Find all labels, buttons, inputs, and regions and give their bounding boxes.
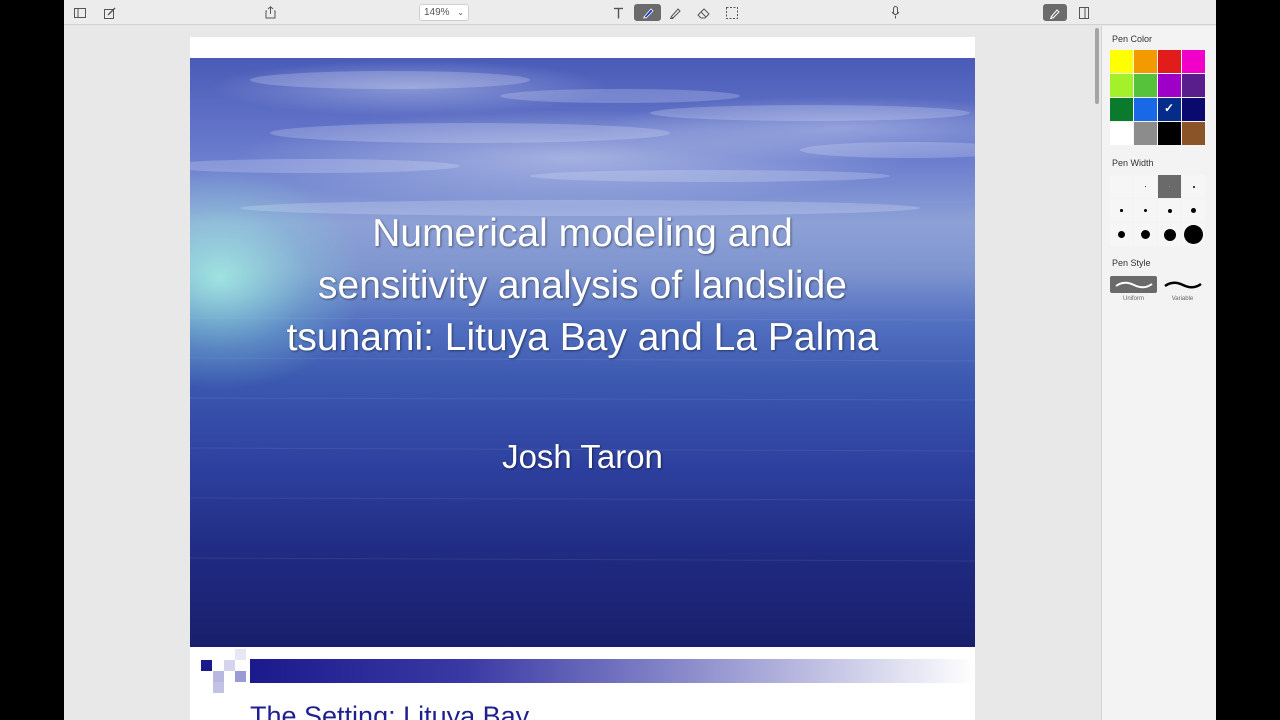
next-slide-title: The Setting: Lituya Bay: [250, 701, 530, 720]
pen-style-uniform-caption: Uniform: [1122, 296, 1144, 302]
variable-stroke-icon: [1163, 281, 1202, 288]
letterbox-right: [1216, 0, 1280, 720]
color-swatch[interactable]: [1158, 122, 1181, 145]
letterbox-left: [0, 0, 64, 720]
width-dot: [1168, 185, 1171, 188]
document-area[interactable]: Numerical modeling and sensitivity analy…: [64, 26, 1100, 720]
document-page[interactable]: Numerical modeling and sensitivity analy…: [190, 37, 975, 720]
deco-square: [201, 660, 212, 671]
chevron-down-icon: ⌄: [457, 8, 464, 17]
zoom-select[interactable]: 149% ⌄: [419, 4, 469, 21]
markup-button[interactable]: [1043, 4, 1067, 21]
deco-square: [224, 660, 235, 671]
width-dot: [1145, 186, 1146, 187]
compose-button[interactable]: [99, 4, 121, 21]
color-swatch[interactable]: [1158, 74, 1181, 97]
width-dot: [1191, 208, 1196, 213]
pen-width-option[interactable]: [1134, 223, 1157, 246]
pen-tool-button[interactable]: [634, 4, 661, 21]
width-dot: [1163, 228, 1176, 241]
color-swatch[interactable]: [1134, 50, 1157, 73]
slide-title: Numerical modeling and sensitivity analy…: [190, 208, 975, 364]
color-swatch[interactable]: [1110, 98, 1133, 121]
deco-square: [235, 671, 246, 682]
vertical-scrollbar[interactable]: [1095, 28, 1099, 104]
width-dot: [1118, 231, 1125, 238]
width-dot: [1120, 209, 1123, 212]
pen-width-option[interactable]: [1110, 223, 1133, 246]
eraser-icon: [696, 7, 710, 18]
app-window: 149% ⌄ Numerical modeling and sensitivit…: [64, 0, 1216, 720]
pen-width-option[interactable]: [1182, 199, 1205, 222]
color-swatch[interactable]: [1182, 122, 1205, 145]
markup-icon: [1050, 8, 1060, 19]
title-slide[interactable]: Numerical modeling and sensitivity analy…: [190, 58, 975, 647]
color-swatch[interactable]: [1182, 98, 1205, 121]
color-swatch[interactable]: [1182, 50, 1205, 73]
color-swatch[interactable]: [1158, 50, 1181, 73]
inspector-toggle-button[interactable]: [1073, 4, 1095, 21]
deco-square: [213, 671, 224, 682]
compose-icon: [104, 7, 116, 19]
pen-style-variable-caption: Variable: [1171, 296, 1194, 302]
text-tool-button[interactable]: [607, 4, 629, 21]
next-slide-preview[interactable]: The Setting: Lituya Bay: [190, 649, 975, 720]
zoom-value: 149%: [424, 7, 450, 18]
microphone-icon: [891, 6, 899, 19]
width-dot: [1141, 230, 1150, 239]
text-tool-icon: [613, 7, 623, 18]
pen-width-option[interactable]: [1110, 199, 1133, 222]
highlighter-icon: [669, 8, 681, 19]
sidebar-toggle-button[interactable]: [69, 4, 91, 21]
share-icon: [265, 6, 275, 19]
pen-tool-icon: [642, 7, 654, 18]
uniform-stroke-icon: [1114, 281, 1153, 288]
highlighter-button[interactable]: [664, 4, 686, 21]
eraser-button[interactable]: [692, 4, 714, 21]
color-swatch[interactable]: [1134, 122, 1157, 145]
color-swatch[interactable]: [1182, 74, 1205, 97]
pen-width-option[interactable]: [1182, 223, 1205, 246]
selection-icon: [726, 6, 738, 19]
pen-width-option[interactable]: [1158, 199, 1181, 222]
color-swatch[interactable]: [1134, 98, 1157, 121]
width-dot: [1167, 208, 1172, 213]
share-button[interactable]: [259, 4, 281, 21]
pen-width-option[interactable]: [1158, 223, 1181, 246]
pen-width-option[interactable]: [1110, 175, 1133, 198]
pen-color-label: Pen Color: [1112, 34, 1153, 44]
deco-gradient-bar: [250, 659, 975, 683]
microphone-button[interactable]: [884, 4, 906, 21]
slide-title-line-1: Numerical modeling and: [372, 212, 793, 255]
markup-inspector: Pen Color Pen Width Pen Style Uniform Va…: [1101, 26, 1216, 720]
pen-width-option[interactable]: [1134, 199, 1157, 222]
selection-button[interactable]: [721, 4, 743, 21]
slide-title-line-3: tsunami: Lituya Bay and La Palma: [286, 316, 879, 359]
inspector-icon: [1079, 6, 1089, 19]
sidebar-icon: [74, 7, 86, 18]
color-swatch[interactable]: [1110, 122, 1133, 145]
width-dot: [1184, 225, 1203, 244]
width-dot: [1144, 209, 1147, 212]
deco-square: [235, 649, 246, 660]
pen-width-option[interactable]: [1134, 175, 1157, 198]
slide-author: Josh Taron: [502, 438, 663, 475]
color-swatch[interactable]: [1134, 74, 1157, 97]
color-swatch[interactable]: [1158, 98, 1181, 121]
color-swatch[interactable]: [1110, 50, 1133, 73]
toolbar: 149% ⌄: [64, 0, 1216, 25]
pen-width-option[interactable]: [1182, 175, 1205, 198]
pen-style-label: Pen Style: [1112, 258, 1151, 268]
pen-style-variable[interactable]: [1159, 276, 1206, 293]
slide-title-line-2: sensitivity analysis of landslide: [318, 264, 847, 307]
pen-width-label: Pen Width: [1112, 158, 1154, 168]
deco-square: [213, 682, 224, 693]
pen-width-option[interactable]: [1158, 175, 1181, 198]
color-swatch[interactable]: [1110, 74, 1133, 97]
pen-style-uniform[interactable]: [1110, 276, 1157, 293]
width-dot: [1192, 185, 1195, 188]
